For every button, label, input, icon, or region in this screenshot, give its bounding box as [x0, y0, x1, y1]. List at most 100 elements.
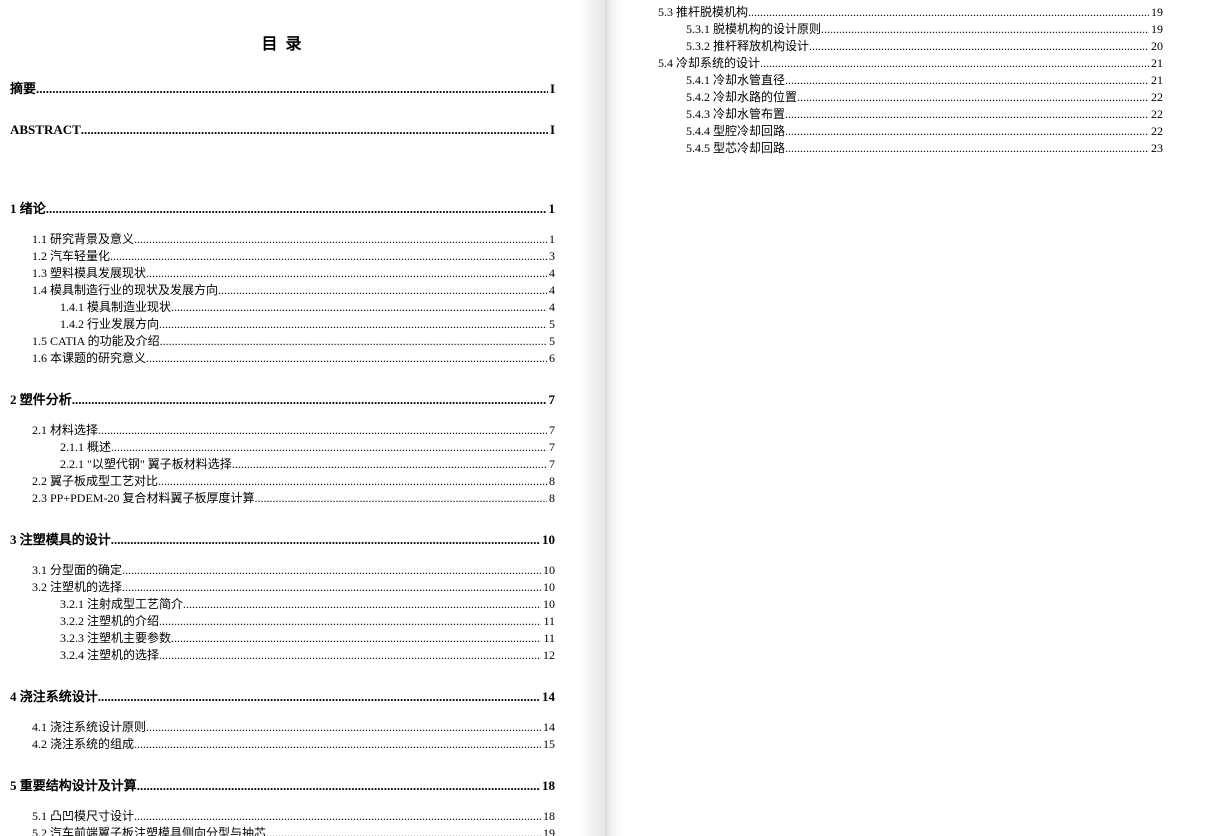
toc-entry: 5.3.1 脱模机构的设计原则.........................…: [636, 21, 1163, 38]
toc-label: 5.3 推杆脱模机构: [658, 4, 748, 21]
toc-label: 3 注塑模具的设计: [10, 531, 111, 548]
toc-entry: 5.4.5 型芯冷却回路............................…: [636, 140, 1163, 157]
toc-dots: ........................................…: [81, 121, 548, 138]
toc-entry: 5.4.2 冷却水路的位置...........................…: [636, 89, 1163, 106]
toc-entry: 1 绪论....................................…: [10, 200, 555, 217]
toc-page: 8: [547, 473, 555, 490]
toc-page: 14: [541, 719, 555, 736]
toc-entry: 1.5 CATIA 的功能及介绍........................…: [10, 333, 555, 350]
toc-label: 2 塑件分析: [10, 391, 72, 408]
toc-label: 1.4.2 行业发展方向: [60, 316, 159, 333]
toc-label: 5.4.3 冷却水管布置: [686, 106, 785, 123]
toc-entry: 1.4.2 行业发展方向............................…: [10, 316, 555, 333]
toc-page: 10: [540, 531, 555, 548]
toc-page: 11: [541, 630, 555, 647]
toc-entry: 5.1 凸凹模尺寸设计.............................…: [10, 808, 555, 825]
toc-dots: ........................................…: [797, 89, 1149, 106]
toc-page: 6: [547, 350, 555, 367]
toc-label: 5.3.1 脱模机构的设计原则: [686, 21, 821, 38]
toc-entry: 5.4 冷却系统的设计.............................…: [636, 55, 1163, 72]
toc-page: 7: [547, 422, 555, 439]
toc-label: 5.4 冷却系统的设计: [658, 55, 760, 72]
toc-dots: ........................................…: [122, 579, 541, 596]
toc-page: 19: [1149, 21, 1163, 38]
toc-page: 5: [547, 333, 555, 350]
toc-dots: ........................................…: [785, 72, 1149, 89]
toc-entry: 1.2 汽车轻量化...............................…: [10, 248, 555, 265]
toc-page: I: [548, 121, 555, 138]
toc-page: 14: [540, 688, 555, 705]
toc-page: 18: [541, 808, 555, 825]
toc-entry: 4 浇注系统设计................................…: [10, 688, 555, 705]
toc-entry: 1.4.1 模具制造业现状...........................…: [10, 299, 555, 316]
toc-page: 1: [547, 231, 555, 248]
toc-entry: 2.2.1 "以塑代钢" 翼子板材料选择....................…: [10, 456, 555, 473]
toc-page: 19: [1149, 4, 1163, 21]
toc-label: 摘要: [10, 80, 36, 97]
toc-entry: 5 重要结构设计及计算.............................…: [10, 777, 555, 794]
toc-label: 4 浇注系统设计: [10, 688, 98, 705]
toc-dots: ........................................…: [72, 391, 547, 408]
toc-dots: ........................................…: [218, 282, 547, 299]
toc-label: 1.2 汽车轻量化: [32, 248, 110, 265]
toc-dots: ........................................…: [111, 439, 547, 456]
toc-label: 1.5 CATIA 的功能及介绍: [32, 333, 160, 350]
toc-label: 5.1 凸凹模尺寸设计: [32, 808, 134, 825]
toc-label: 3.1 分型面的确定: [32, 562, 122, 579]
toc-dots: ........................................…: [160, 333, 547, 350]
toc-dots: ........................................…: [146, 719, 541, 736]
toc-entry: 4.2 浇注系统的组成.............................…: [10, 736, 555, 753]
toc-entry: 3.2.1 注射成型工艺简介..........................…: [10, 596, 555, 613]
toc-page: 10: [541, 562, 555, 579]
toc-entry: 1.4 模具制造行业的现状及发展方向......................…: [10, 282, 555, 299]
toc-dots: ........................................…: [254, 490, 547, 507]
toc-page: 12: [541, 647, 555, 664]
toc-entry: 3.2.3 注塑机主要参数...........................…: [10, 630, 555, 647]
toc-page: 22: [1149, 106, 1163, 123]
toc-entry: 2.2 翼子板成型工艺对比...........................…: [10, 473, 555, 490]
toc-page: 19: [541, 825, 555, 836]
toc-label: 1.4.1 模具制造业现状: [60, 299, 171, 316]
toc-entry: 5.4.1 冷却水管直径............................…: [636, 72, 1163, 89]
toc-page: 4: [547, 265, 555, 282]
toc-dots: ........................................…: [111, 531, 540, 548]
toc-entry: 1.3 塑料模具发展现状............................…: [10, 265, 555, 282]
toc-page: I: [548, 80, 555, 97]
toc-entry: 5.3.2 推杆释放机构设计..........................…: [636, 38, 1163, 55]
toc-page: 1: [547, 200, 556, 217]
toc-dots: ........................................…: [137, 777, 540, 794]
toc-label: 2.2.1 "以塑代钢" 翼子板材料选择: [60, 456, 232, 473]
toc-entry: 摘要......................................…: [10, 80, 555, 97]
toc-dots: ........................................…: [785, 123, 1149, 140]
toc-label: 2.1.1 概述: [60, 439, 111, 456]
toc-page: 22: [1149, 89, 1163, 106]
toc-label: 1.1 研究背景及意义: [32, 231, 134, 248]
toc-page: 20: [1149, 38, 1163, 55]
toc-label: 5.2 汽车前端翼子板注塑模具侧向分型与抽芯: [32, 825, 266, 836]
toc-page: 8: [547, 490, 555, 507]
toc-label: 5 重要结构设计及计算: [10, 777, 137, 794]
toc-dots: ........................................…: [36, 80, 548, 97]
toc-label: 1 绪论: [10, 200, 46, 217]
page-right: 5.3 推杆脱模机构..............................…: [605, 0, 1213, 836]
toc-entry: 1.1 研究背景及意义.............................…: [10, 231, 555, 248]
toc-dots: ........................................…: [98, 688, 540, 705]
toc-page: 21: [1149, 55, 1163, 72]
toc-dots: ........................................…: [134, 736, 541, 753]
toc-dots: ........................................…: [146, 265, 547, 282]
toc-dots: ........................................…: [785, 140, 1149, 157]
toc-label: ABSTRACT: [10, 121, 81, 138]
toc-entry: 3.1 分型面的确定..............................…: [10, 562, 555, 579]
toc-entry: 1.6 本课题的研究意义............................…: [10, 350, 555, 367]
toc-label: 2.2 翼子板成型工艺对比: [32, 473, 158, 490]
toc-page: 23: [1149, 140, 1163, 157]
toc-dots: ........................................…: [110, 248, 547, 265]
toc-label: 2.1 材料选择: [32, 422, 98, 439]
toc-label: 5.4.5 型芯冷却回路: [686, 140, 785, 157]
toc-label: 3.2.1 注射成型工艺简介: [60, 596, 183, 613]
toc-page: 7: [547, 456, 555, 473]
toc-entry: 3.2.4 注塑机的选择............................…: [10, 647, 555, 664]
toc-entry: 2.3 PP+PDEM-20 复合材料翼子板厚度计算..............…: [10, 490, 555, 507]
toc-dots: ........................................…: [809, 38, 1149, 55]
toc-label: 4.1 浇注系统设计原则: [32, 719, 146, 736]
